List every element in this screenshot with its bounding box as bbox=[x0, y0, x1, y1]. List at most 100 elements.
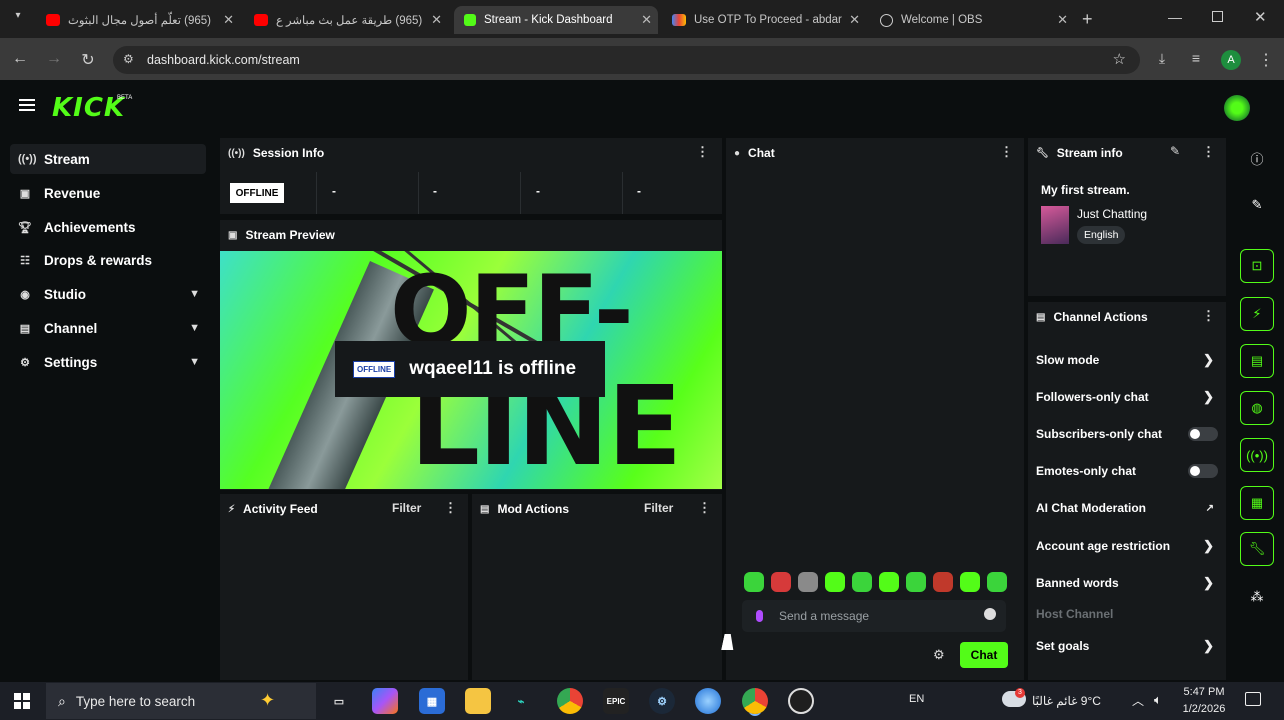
task-view-icon[interactable]: ▭ bbox=[326, 688, 352, 714]
chat-settings-icon[interactable]: ⚙ bbox=[933, 647, 945, 663]
notes-toggle-icon[interactable]: ▤ bbox=[1240, 344, 1274, 378]
activity-feed-toggle-icon[interactable]: ⚡︎ bbox=[1240, 297, 1274, 331]
clock-date[interactable]: 1/2/2026 bbox=[1180, 703, 1228, 715]
epic-games-icon[interactable]: EPIC bbox=[603, 688, 629, 714]
address-bar[interactable]: ⚙ dashboard.kick.com/stream ☆ bbox=[113, 46, 1140, 74]
language-indicator[interactable]: EN bbox=[909, 693, 924, 705]
more-options-icon[interactable]: ⋮ bbox=[1202, 308, 1215, 324]
category-name[interactable]: Just Chatting bbox=[1077, 207, 1147, 221]
copilot-app-icon[interactable] bbox=[372, 688, 398, 714]
close-tab-icon[interactable]: ✕ bbox=[223, 12, 234, 28]
sidebar-item-stream[interactable]: ((•)) Stream bbox=[10, 144, 206, 174]
close-tab-icon[interactable]: ✕ bbox=[431, 12, 442, 28]
chrome-icon[interactable] bbox=[557, 688, 583, 714]
channel-action-subscribers-only[interactable]: Subscribers-only chat bbox=[1036, 424, 1218, 444]
store-app-icon[interactable]: ▦ bbox=[419, 688, 445, 714]
channel-action-banned-words[interactable]: Banned words ❯ bbox=[1036, 573, 1218, 593]
more-widgets-icon[interactable]: ⁂ bbox=[1240, 580, 1274, 614]
close-window-button[interactable]: ✕ bbox=[1254, 8, 1267, 26]
emote-icon[interactable] bbox=[852, 572, 872, 592]
browser-tab-1[interactable]: (965) تعلّم أصول مجال البثوث ✕ bbox=[38, 6, 240, 34]
sidebar-item-channel[interactable]: ▤ Channel ▼ bbox=[10, 313, 206, 343]
tab-search-button[interactable]: ▾ bbox=[8, 10, 28, 28]
subscribers-only-toggle[interactable] bbox=[1188, 427, 1218, 441]
send-chat-button[interactable]: Chat bbox=[960, 642, 1008, 668]
more-options-icon[interactable]: ⋮ bbox=[444, 500, 457, 516]
media-control-icon[interactable]: ≡ bbox=[1186, 50, 1206, 66]
hamburger-menu-icon[interactable] bbox=[19, 99, 35, 111]
kick-logo[interactable]: KICK bbox=[52, 93, 125, 123]
forward-icon[interactable]: → bbox=[44, 50, 64, 68]
speaker-icon[interactable]: 🔈︎ bbox=[1154, 692, 1162, 708]
notifications-icon[interactable] bbox=[1245, 692, 1261, 706]
tray-overflow-icon[interactable]: ︿ bbox=[1132, 692, 1144, 709]
channel-action-account-age[interactable]: Account age restriction ❯ bbox=[1036, 536, 1218, 556]
close-tab-icon[interactable]: ✕ bbox=[641, 12, 652, 28]
channel-action-followers-only[interactable]: Followers-only chat ❯ bbox=[1036, 387, 1218, 407]
filter-button[interactable]: Filter bbox=[392, 501, 421, 515]
emote-icon[interactable] bbox=[771, 572, 791, 592]
stream-info-toggle-icon[interactable]: 🔧︎ bbox=[1240, 532, 1274, 566]
site-info-icon[interactable]: ⚙ bbox=[123, 52, 134, 66]
sidebar-item-revenue[interactable]: ▣ Revenue bbox=[10, 178, 206, 208]
browser-tab-5[interactable]: Welcome | OBS ✕ bbox=[872, 6, 1074, 34]
reload-icon[interactable]: ↻ bbox=[78, 50, 98, 70]
bookmark-star-icon[interactable]: ☆ bbox=[1113, 50, 1126, 68]
obs-icon[interactable] bbox=[788, 688, 814, 714]
sidebar-item-achievements[interactable]: 🏆︎ Achievements bbox=[10, 212, 206, 242]
session-info-toggle-icon[interactable]: ((•)) bbox=[1240, 438, 1274, 472]
browser-tab-2[interactable]: (965) طريقة عمل بث مباشر ع ✕ bbox=[246, 6, 448, 34]
steam-icon[interactable]: ⚙ bbox=[649, 688, 675, 714]
emote-icon[interactable] bbox=[744, 572, 764, 592]
emote-icon[interactable] bbox=[987, 572, 1007, 592]
sidebar-item-settings[interactable]: ⚙ Settings ▼ bbox=[10, 347, 206, 377]
more-options-icon[interactable]: ⋮ bbox=[1000, 144, 1013, 160]
clock-time[interactable]: 5:47 PM bbox=[1182, 686, 1226, 698]
emotes-only-toggle[interactable] bbox=[1188, 464, 1218, 478]
sidebar-item-drops[interactable]: ☷ Drops & rewards bbox=[10, 245, 206, 275]
chrome-active-icon[interactable] bbox=[742, 688, 768, 714]
windows-start-icon[interactable] bbox=[14, 693, 30, 709]
browser-menu-icon[interactable]: ⋮ bbox=[1256, 50, 1276, 70]
new-tab-button[interactable]: + bbox=[1082, 9, 1093, 30]
close-tab-icon[interactable]: ✕ bbox=[849, 12, 860, 28]
browser-tab-3[interactable]: Stream - Kick Dashboard ✕ bbox=[454, 6, 658, 34]
emote-icon[interactable] bbox=[960, 572, 980, 592]
channel-action-slow-mode[interactable]: Slow mode ❯ bbox=[1036, 350, 1218, 370]
file-explorer-icon[interactable] bbox=[465, 688, 491, 714]
channel-action-emotes-only[interactable]: Emotes-only chat bbox=[1036, 461, 1218, 481]
weather-text[interactable]: 9°C غائم غالبًا bbox=[1032, 694, 1124, 708]
channel-action-ai-moderation[interactable]: AI Chat Moderation ↗ bbox=[1036, 498, 1218, 518]
edit-pencil-icon[interactable]: ✎ bbox=[1170, 144, 1180, 158]
profile-avatar[interactable]: A bbox=[1221, 50, 1241, 70]
emote-icon[interactable] bbox=[933, 572, 953, 592]
channel-action-set-goals[interactable]: Set goals ❯ bbox=[1036, 636, 1218, 656]
filter-button[interactable]: Filter bbox=[644, 501, 673, 515]
chat-input[interactable]: Send a message bbox=[742, 600, 1006, 632]
more-options-icon[interactable]: ⋮ bbox=[698, 500, 711, 516]
minimize-button[interactable]: — bbox=[1168, 9, 1182, 25]
back-icon[interactable]: ← bbox=[10, 50, 30, 68]
stream-preview-toggle-icon[interactable]: ⊡ bbox=[1240, 249, 1274, 283]
emoji-icon[interactable] bbox=[984, 608, 996, 620]
user-avatar[interactable] bbox=[1224, 95, 1250, 121]
browser-tab-4[interactable]: Use OTP To Proceed - abdar ✕ bbox=[664, 6, 866, 34]
emote-icon[interactable] bbox=[798, 572, 818, 592]
mod-actions-toggle-icon[interactable]: ▦ bbox=[1240, 486, 1274, 520]
more-options-icon[interactable]: ⋮ bbox=[696, 144, 709, 160]
browser-app-icon[interactable] bbox=[695, 688, 721, 714]
edit-layout-icon[interactable]: ✎ bbox=[1240, 188, 1274, 222]
close-tab-icon[interactable]: ✕ bbox=[1057, 12, 1068, 28]
emote-icon[interactable] bbox=[906, 572, 926, 592]
download-icon[interactable]: ⤓ bbox=[1152, 50, 1172, 67]
more-options-icon[interactable]: ⋮ bbox=[1202, 144, 1215, 160]
app-icon[interactable]: ⌁ bbox=[508, 688, 534, 714]
emote-icon[interactable] bbox=[879, 572, 899, 592]
chat-toggle-icon[interactable]: ◍ bbox=[1240, 391, 1274, 425]
taskbar-search-box[interactable]: ⌕ Type here to search ✦ bbox=[46, 683, 316, 719]
microphone-icon[interactable] bbox=[756, 610, 763, 622]
emote-icon[interactable] bbox=[825, 572, 845, 592]
info-icon[interactable]: ⓘ bbox=[1240, 141, 1274, 175]
restore-button[interactable] bbox=[1212, 11, 1223, 22]
sidebar-item-studio[interactable]: ◉ Studio ▼ bbox=[10, 279, 206, 309]
